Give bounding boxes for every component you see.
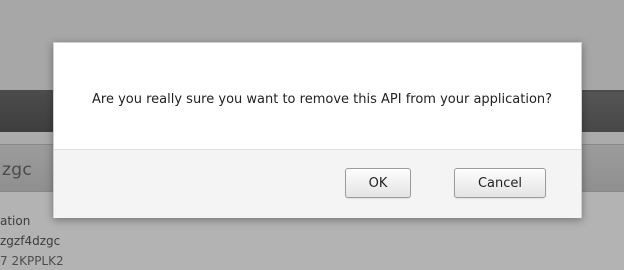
dialog-body: Are you really sure you want to remove t… — [54, 43, 581, 149]
background-field-value: zgzf4dzgc — [0, 234, 61, 248]
dialog-message: Are you really sure you want to remove t… — [92, 92, 553, 107]
ok-button[interactable]: OK — [345, 168, 411, 198]
background-field-value-secondary: 7 2KPPLK2 — [0, 254, 64, 268]
confirm-dialog: Are you really sure you want to remove t… — [53, 42, 582, 218]
cancel-button[interactable]: Cancel — [454, 168, 546, 198]
dialog-footer: OK Cancel — [54, 149, 581, 218]
background-nav-bar-edge — [582, 92, 624, 132]
background-app-title: zgc — [2, 160, 32, 180]
background-field-label: ation — [0, 214, 31, 228]
